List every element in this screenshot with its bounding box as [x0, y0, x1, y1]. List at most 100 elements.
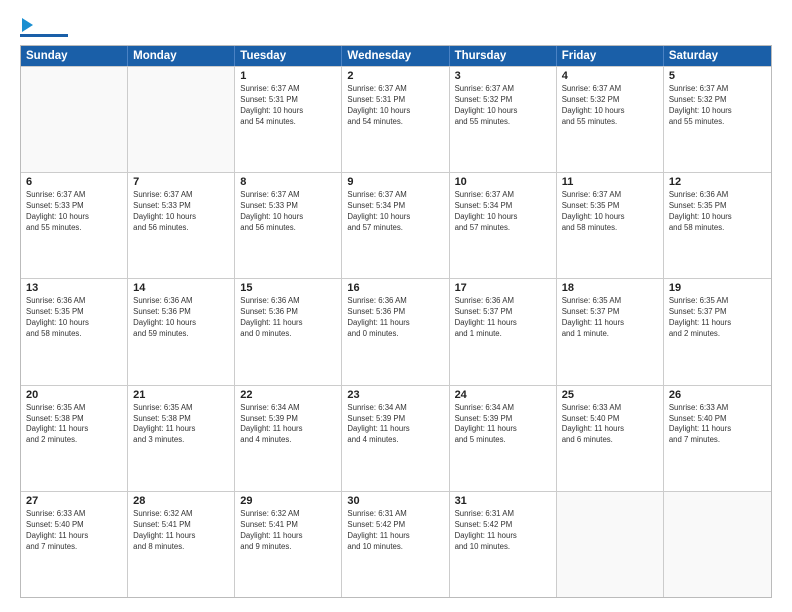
cell-day-number: 19 [669, 282, 766, 294]
cell-day-number: 20 [26, 389, 122, 401]
cell-detail: Sunrise: 6:33 AM Sunset: 5:40 PM Dayligh… [562, 403, 658, 447]
cell-day-number: 30 [347, 495, 443, 507]
cell-day-number: 28 [133, 495, 229, 507]
calendar-cell: 25 Sunrise: 6:33 AM Sunset: 5:40 PM Dayli… [557, 386, 664, 491]
calendar-cell: 6 Sunrise: 6:37 AM Sunset: 5:33 PM Daylig… [21, 173, 128, 278]
cell-detail: Sunrise: 6:36 AM Sunset: 5:36 PM Dayligh… [347, 296, 443, 340]
calendar-cell: 17Sunrise: 6:36 AM Sunset: 5:37 PM Dayli… [450, 279, 557, 384]
logo-arrow-icon [22, 18, 33, 32]
cell-day-number: 8 [240, 176, 336, 188]
cell-day-number: 27 [26, 495, 122, 507]
calendar-cell: 8 Sunrise: 6:37 AM Sunset: 5:33 PM Daylig… [235, 173, 342, 278]
calendar-cell: 3 Sunrise: 6:37 AM Sunset: 5:32 PM Daylig… [450, 67, 557, 172]
calendar-cell: 7 Sunrise: 6:37 AM Sunset: 5:33 PM Daylig… [128, 173, 235, 278]
cal-header-day: Wednesday [342, 46, 449, 66]
cell-detail: Sunrise: 6:37 AM Sunset: 5:31 PM Dayligh… [240, 84, 336, 128]
cell-detail: Sunrise: 6:31 AM Sunset: 5:42 PM Dayligh… [347, 509, 443, 553]
cell-detail: Sunrise: 6:36 AM Sunset: 5:36 PM Dayligh… [133, 296, 229, 340]
calendar-cell [128, 67, 235, 172]
cell-detail: Sunrise: 6:32 AM Sunset: 5:41 PM Dayligh… [133, 509, 229, 553]
cell-detail: Sunrise: 6:36 AM Sunset: 5:35 PM Dayligh… [669, 190, 766, 234]
calendar-cell [557, 492, 664, 597]
cell-day-number: 2 [347, 70, 443, 82]
cell-day-number: 12 [669, 176, 766, 188]
cell-day-number: 18 [562, 282, 658, 294]
calendar-cell: 14 Sunrise: 6:36 AM Sunset: 5:36 PM Dayli… [128, 279, 235, 384]
page: SundayMondayTuesdayWednesdayThursdayFrid… [0, 0, 792, 612]
cell-day-number: 31 [455, 495, 551, 507]
cell-day-number: 4 [562, 70, 658, 82]
calendar-cell: 12 Sunrise: 6:36 AM Sunset: 5:35 PM Dayli… [664, 173, 771, 278]
calendar-cell: 28 Sunrise: 6:32 AM Sunset: 5:41 PM Dayli… [128, 492, 235, 597]
calendar-cell: 24Sunrise: 6:34 AM Sunset: 5:39 PM Dayli… [450, 386, 557, 491]
calendar-cell: 30 Sunrise: 6:31 AM Sunset: 5:42 PM Dayli… [342, 492, 449, 597]
calendar: SundayMondayTuesdayWednesdayThursdayFrid… [20, 45, 772, 598]
cell-detail: Sunrise: 6:31 AM Sunset: 5:42 PM Dayligh… [455, 509, 551, 553]
cell-day-number: 15 [240, 282, 336, 294]
calendar-cell: 9 Sunrise: 6:37 AM Sunset: 5:34 PM Daylig… [342, 173, 449, 278]
cell-day-number: 21 [133, 389, 229, 401]
cell-day-number: 11 [562, 176, 658, 188]
cal-header-day: Tuesday [235, 46, 342, 66]
calendar-cell: 27 Sunrise: 6:33 AM Sunset: 5:40 PM Dayli… [21, 492, 128, 597]
calendar-cell [21, 67, 128, 172]
calendar-header: SundayMondayTuesdayWednesdayThursdayFrid… [21, 46, 771, 66]
cell-day-number: 29 [240, 495, 336, 507]
cell-detail: Sunrise: 6:34 AM Sunset: 5:39 PM Dayligh… [347, 403, 443, 447]
cell-day-number: 25 [562, 389, 658, 401]
cell-detail: Sunrise: 6:37 AM Sunset: 5:34 PM Dayligh… [455, 190, 551, 234]
cell-day-number: 14 [133, 282, 229, 294]
cell-detail: Sunrise: 6:37 AM Sunset: 5:35 PM Dayligh… [562, 190, 658, 234]
cell-day-number: 10 [455, 176, 551, 188]
cell-day-number: 16 [347, 282, 443, 294]
cell-detail: Sunrise: 6:35 AM Sunset: 5:38 PM Dayligh… [133, 403, 229, 447]
calendar-cell: 4 Sunrise: 6:37 AM Sunset: 5:32 PM Daylig… [557, 67, 664, 172]
calendar-cell: 19 Sunrise: 6:35 AM Sunset: 5:37 PM Dayli… [664, 279, 771, 384]
cal-header-day: Sunday [21, 46, 128, 66]
cell-detail: Sunrise: 6:37 AM Sunset: 5:33 PM Dayligh… [26, 190, 122, 234]
cell-detail: Sunrise: 6:35 AM Sunset: 5:37 PM Dayligh… [562, 296, 658, 340]
cell-detail: Sunrise: 6:33 AM Sunset: 5:40 PM Dayligh… [26, 509, 122, 553]
calendar-cell: 15 Sunrise: 6:36 AM Sunset: 5:36 PM Dayli… [235, 279, 342, 384]
cell-detail: Sunrise: 6:37 AM Sunset: 5:32 PM Dayligh… [455, 84, 551, 128]
cell-detail: Sunrise: 6:37 AM Sunset: 5:33 PM Dayligh… [240, 190, 336, 234]
calendar-cell: 2Sunrise: 6:37 AM Sunset: 5:31 PM Daylig… [342, 67, 449, 172]
logo-underline [20, 34, 68, 37]
calendar-week-5: 27 Sunrise: 6:33 AM Sunset: 5:40 PM Dayli… [21, 491, 771, 597]
cell-day-number: 5 [669, 70, 766, 82]
cell-day-number: 9 [347, 176, 443, 188]
cell-day-number: 6 [26, 176, 122, 188]
cal-header-day: Monday [128, 46, 235, 66]
logo [20, 18, 68, 37]
cell-day-number: 3 [455, 70, 551, 82]
cell-detail: Sunrise: 6:35 AM Sunset: 5:37 PM Dayligh… [669, 296, 766, 340]
calendar-week-1: 1Sunrise: 6:37 AM Sunset: 5:31 PM Daylig… [21, 66, 771, 172]
calendar-cell: 10 Sunrise: 6:37 AM Sunset: 5:34 PM Dayli… [450, 173, 557, 278]
cell-detail: Sunrise: 6:36 AM Sunset: 5:35 PM Dayligh… [26, 296, 122, 340]
cal-header-day: Saturday [664, 46, 771, 66]
cell-detail: Sunrise: 6:34 AM Sunset: 5:39 PM Dayligh… [240, 403, 336, 447]
calendar-week-3: 13 Sunrise: 6:36 AM Sunset: 5:35 PM Dayli… [21, 278, 771, 384]
calendar-cell: 16 Sunrise: 6:36 AM Sunset: 5:36 PM Dayli… [342, 279, 449, 384]
calendar-cell: 22 Sunrise: 6:34 AM Sunset: 5:39 PM Dayli… [235, 386, 342, 491]
cell-detail: Sunrise: 6:36 AM Sunset: 5:36 PM Dayligh… [240, 296, 336, 340]
cell-day-number: 22 [240, 389, 336, 401]
calendar-cell [664, 492, 771, 597]
cell-day-number: 13 [26, 282, 122, 294]
cal-header-day: Friday [557, 46, 664, 66]
calendar-body: 1Sunrise: 6:37 AM Sunset: 5:31 PM Daylig… [21, 66, 771, 597]
cell-detail: Sunrise: 6:37 AM Sunset: 5:32 PM Dayligh… [562, 84, 658, 128]
cell-detail: Sunrise: 6:34 AM Sunset: 5:39 PM Dayligh… [455, 403, 551, 447]
calendar-cell: 1Sunrise: 6:37 AM Sunset: 5:31 PM Daylig… [235, 67, 342, 172]
calendar-cell: 23 Sunrise: 6:34 AM Sunset: 5:39 PM Dayli… [342, 386, 449, 491]
calendar-cell: 29Sunrise: 6:32 AM Sunset: 5:41 PM Dayli… [235, 492, 342, 597]
header [20, 18, 772, 37]
calendar-cell: 31 Sunrise: 6:31 AM Sunset: 5:42 PM Dayli… [450, 492, 557, 597]
calendar-cell: 18 Sunrise: 6:35 AM Sunset: 5:37 PM Dayli… [557, 279, 664, 384]
cell-detail: Sunrise: 6:35 AM Sunset: 5:38 PM Dayligh… [26, 403, 122, 447]
cell-detail: Sunrise: 6:37 AM Sunset: 5:33 PM Dayligh… [133, 190, 229, 234]
cell-day-number: 7 [133, 176, 229, 188]
cell-day-number: 23 [347, 389, 443, 401]
calendar-cell: 5Sunrise: 6:37 AM Sunset: 5:32 PM Daylig… [664, 67, 771, 172]
cell-detail: Sunrise: 6:37 AM Sunset: 5:34 PM Dayligh… [347, 190, 443, 234]
